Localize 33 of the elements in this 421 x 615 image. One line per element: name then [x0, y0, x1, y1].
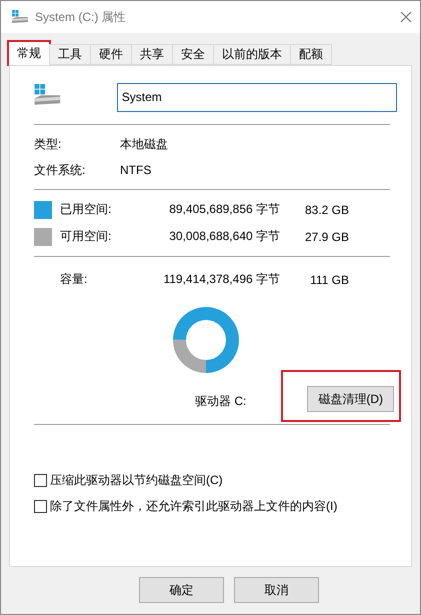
tab[interactable]: 共享	[131, 44, 173, 65]
space-label: 已用空间:	[60, 201, 112, 218]
tab[interactable]: 常规	[8, 41, 50, 65]
size-value: 27.9 GB	[304, 230, 349, 244]
space-label: 可用空间:	[60, 228, 112, 245]
drive-label: 驱动器 C:	[195, 392, 246, 410]
tab[interactable]: 以前的版本	[213, 44, 291, 65]
checkbox[interactable]	[34, 500, 47, 512]
tab[interactable]: 硬件	[90, 44, 132, 65]
tab[interactable]: 安全	[172, 44, 214, 65]
checkbox[interactable]	[34, 474, 47, 486]
disk-cleanup-button[interactable]: 磁盘清理(D)	[307, 386, 394, 412]
window-title: System (C:) 属性	[35, 8, 127, 26]
info-label: 类型:	[34, 136, 62, 152]
info-label: 文件系统:	[34, 162, 86, 178]
tab[interactable]: 配额	[290, 44, 332, 65]
capacity-label: 容量:	[60, 271, 88, 288]
size-value: 111 GB	[309, 272, 349, 286]
byte-count: 119,414,378,496 字节	[162, 271, 280, 288]
dialog-button[interactable]: 确定	[139, 577, 224, 603]
tab[interactable]: 工具	[49, 44, 91, 65]
dialog-button[interactable]: 取消	[234, 577, 319, 603]
close-icon[interactable]	[400, 11, 412, 23]
name-field[interactable]: System	[116, 82, 397, 112]
info-value: NTFS	[120, 163, 152, 177]
checkbox-label: 压缩此驱动器以节约磁盘空间(C)	[50, 472, 223, 488]
byte-count: 30,008,688,640 字节	[168, 228, 280, 245]
byte-count: 89,405,689,856 字节	[168, 201, 280, 218]
checkbox-label: 除了文件属性外，还允许索引此驱动器上文件的内容(I)	[50, 498, 338, 514]
drive-icon	[33, 84, 62, 107]
size-value: 83.2 GB	[304, 202, 349, 216]
info-value: 本地磁盘	[120, 136, 168, 152]
drive-icon	[11, 10, 29, 24]
